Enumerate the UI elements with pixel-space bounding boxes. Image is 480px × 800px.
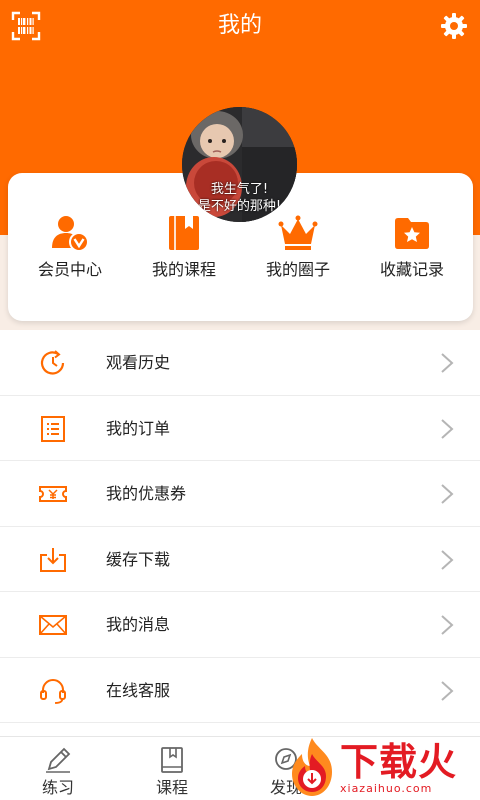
pencil-icon (46, 747, 71, 773)
star-folder-icon (395, 218, 429, 249)
menu-item-support[interactable]: 在线客服 (0, 657, 480, 723)
course-book-icon (169, 216, 199, 250)
menu-item-orders[interactable]: 我的订单 (0, 395, 480, 461)
member-icon (52, 216, 89, 252)
tab-label: 练习 (41, 778, 74, 797)
mail-icon (39, 615, 67, 635)
quick-label: 会员中心 (37, 260, 102, 279)
member-center-button[interactable]: 会员中心 (15, 213, 125, 293)
tab-courses[interactable]: 课程 (132, 741, 212, 800)
avatar-caption-line2: 是不好的那种! (197, 199, 282, 214)
chevron-right-icon (441, 484, 454, 504)
quick-label: 收藏记录 (379, 260, 444, 279)
favorites-button[interactable]: 收藏记录 (357, 213, 467, 293)
quick-label: 我的课程 (151, 260, 216, 279)
menu-item-history[interactable]: 观看历史 (0, 330, 480, 396)
avatar-caption-line1: 我生气了! (210, 182, 269, 197)
menu-item-coupons[interactable]: 我的优惠券 (0, 461, 480, 527)
watermark-url: xiazaihuo.com (340, 782, 433, 795)
order-list-icon (41, 415, 65, 442)
tab-practice[interactable]: 练习 (18, 741, 98, 800)
chevron-right-icon (441, 418, 454, 439)
menu-item-label: 我的消息 (106, 615, 171, 634)
page-title: 我的 (217, 13, 262, 38)
coupon-icon (39, 486, 67, 502)
watermark: 下载火 xiazaihuo.com (282, 736, 480, 800)
quick-label: 我的圈子 (265, 260, 330, 279)
tab-label: 课程 (155, 778, 188, 797)
flame-logo-icon (292, 738, 332, 796)
chevron-right-icon (441, 680, 454, 701)
menu-list: 观看历史 我的订单 我的优惠券 缓存下载 我的消息 在线客服 (0, 330, 480, 723)
avatar[interactable]: 我生气了! 是不好的那种! (182, 107, 297, 222)
menu-item-label: 我的优惠券 (106, 484, 187, 503)
my-circle-button[interactable]: 我的圈子 (243, 213, 353, 293)
chevron-right-icon (441, 615, 454, 635)
menu-item-downloads[interactable]: 缓存下载 (0, 526, 480, 592)
menu-item-label: 我的订单 (106, 418, 171, 438)
menu-item-messages[interactable]: 我的消息 (0, 592, 480, 658)
watermark-text: 下载火 (340, 740, 458, 784)
crown-icon (278, 215, 318, 250)
menu-item-label: 观看历史 (106, 353, 171, 372)
gear-icon[interactable] (440, 12, 468, 40)
book-icon (161, 747, 183, 773)
menu-item-label: 缓存下载 (106, 549, 171, 569)
my-courses-button[interactable]: 我的课程 (129, 213, 239, 293)
menu-item-label: 在线客服 (106, 680, 171, 700)
chevron-right-icon (441, 549, 454, 570)
download-icon (40, 547, 66, 572)
headset-icon (40, 678, 66, 704)
history-icon (40, 350, 65, 375)
chevron-right-icon (441, 353, 454, 373)
